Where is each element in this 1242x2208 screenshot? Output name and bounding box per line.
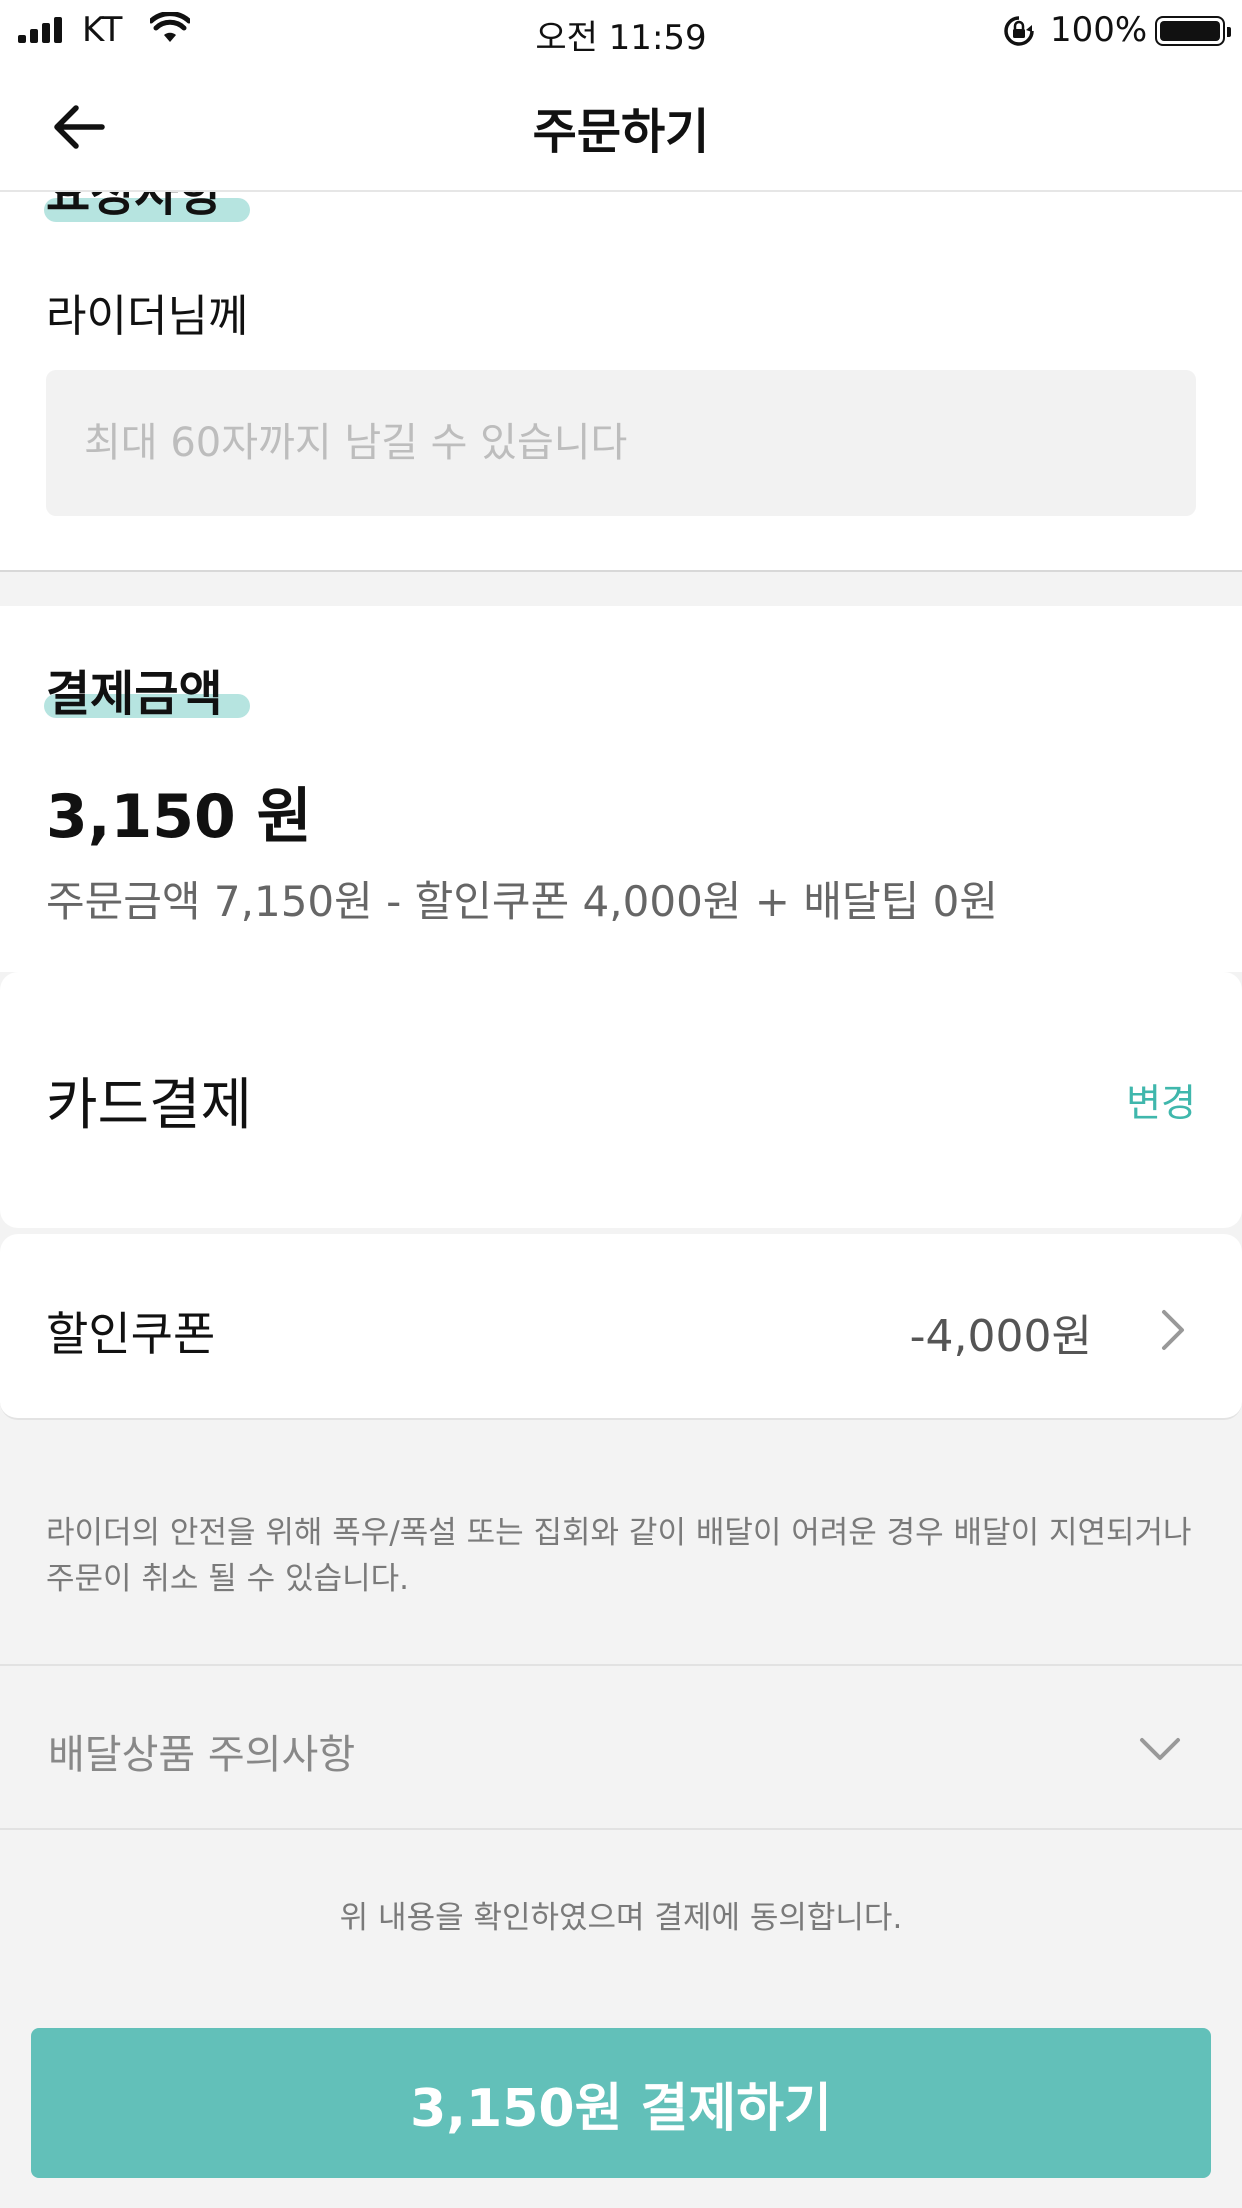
payment-total: 3,150 원 <box>46 782 312 852</box>
rider-note-label: 라이더님께 <box>46 291 249 342</box>
payment-method-label: 카드결제 <box>46 1073 253 1138</box>
page-title: 주문하기 <box>532 104 710 160</box>
divider <box>0 1828 1242 1830</box>
coupon-value: -4,000원 <box>909 1311 1092 1362</box>
payment-title: 결제금액 <box>46 666 223 722</box>
delivery-caution-toggle[interactable]: 배달상품 주의사항 <box>48 1722 355 1780</box>
payment-method-card: 카드결제 변경 <box>0 972 1242 1228</box>
battery-percentage: 100% <box>1050 10 1148 50</box>
status-bar: KT 오전 11:59 100% <box>0 0 1242 62</box>
rotation-lock-icon <box>1004 16 1034 46</box>
coupon-label: 할인쿠폰 <box>46 1307 216 1361</box>
coupon-row[interactable]: 할인쿠폰 -4,000원 <box>0 1234 1242 1420</box>
change-method-button[interactable]: 변경 <box>1126 1072 1196 1127</box>
battery-icon <box>1155 16 1231 46</box>
agreement-text: 위 내용을 확인하였으며 결제에 동의합니다. <box>339 1900 903 1936</box>
nav-header: 주문하기 <box>0 62 1242 192</box>
payment-breakdown: 주문금액 7,150원 - 할인쿠폰 4,000원 + 배달팁 0원 <box>46 877 998 926</box>
divider <box>0 1664 1242 1666</box>
chevron-right-icon <box>1162 1310 1184 1350</box>
pay-button[interactable]: 3,150원 결제하기 <box>31 2028 1211 2178</box>
chevron-down-icon[interactable] <box>1138 1736 1182 1762</box>
rider-note-input[interactable] <box>46 370 1196 516</box>
delivery-notice-line: 라이더의 안전을 위해 폭우/폭설 또는 집회와 같이 배달이 어려운 경우 배… <box>46 1515 1192 1551</box>
payment-amount-section: 결제금액 3,150 원 주문금액 7,150원 - 할인쿠폰 4,000원 +… <box>0 606 1242 972</box>
request-section: 요청사항 라이더님께 <box>0 192 1242 572</box>
delivery-notice: 라이더의 안전을 위해 폭우/폭설 또는 집회와 같이 배달이 어려운 경우 배… <box>46 1510 1196 1602</box>
request-title: 요청사항 <box>46 192 223 222</box>
delivery-notice-line: 주문이 취소 될 수 있습니다. <box>46 1561 409 1597</box>
